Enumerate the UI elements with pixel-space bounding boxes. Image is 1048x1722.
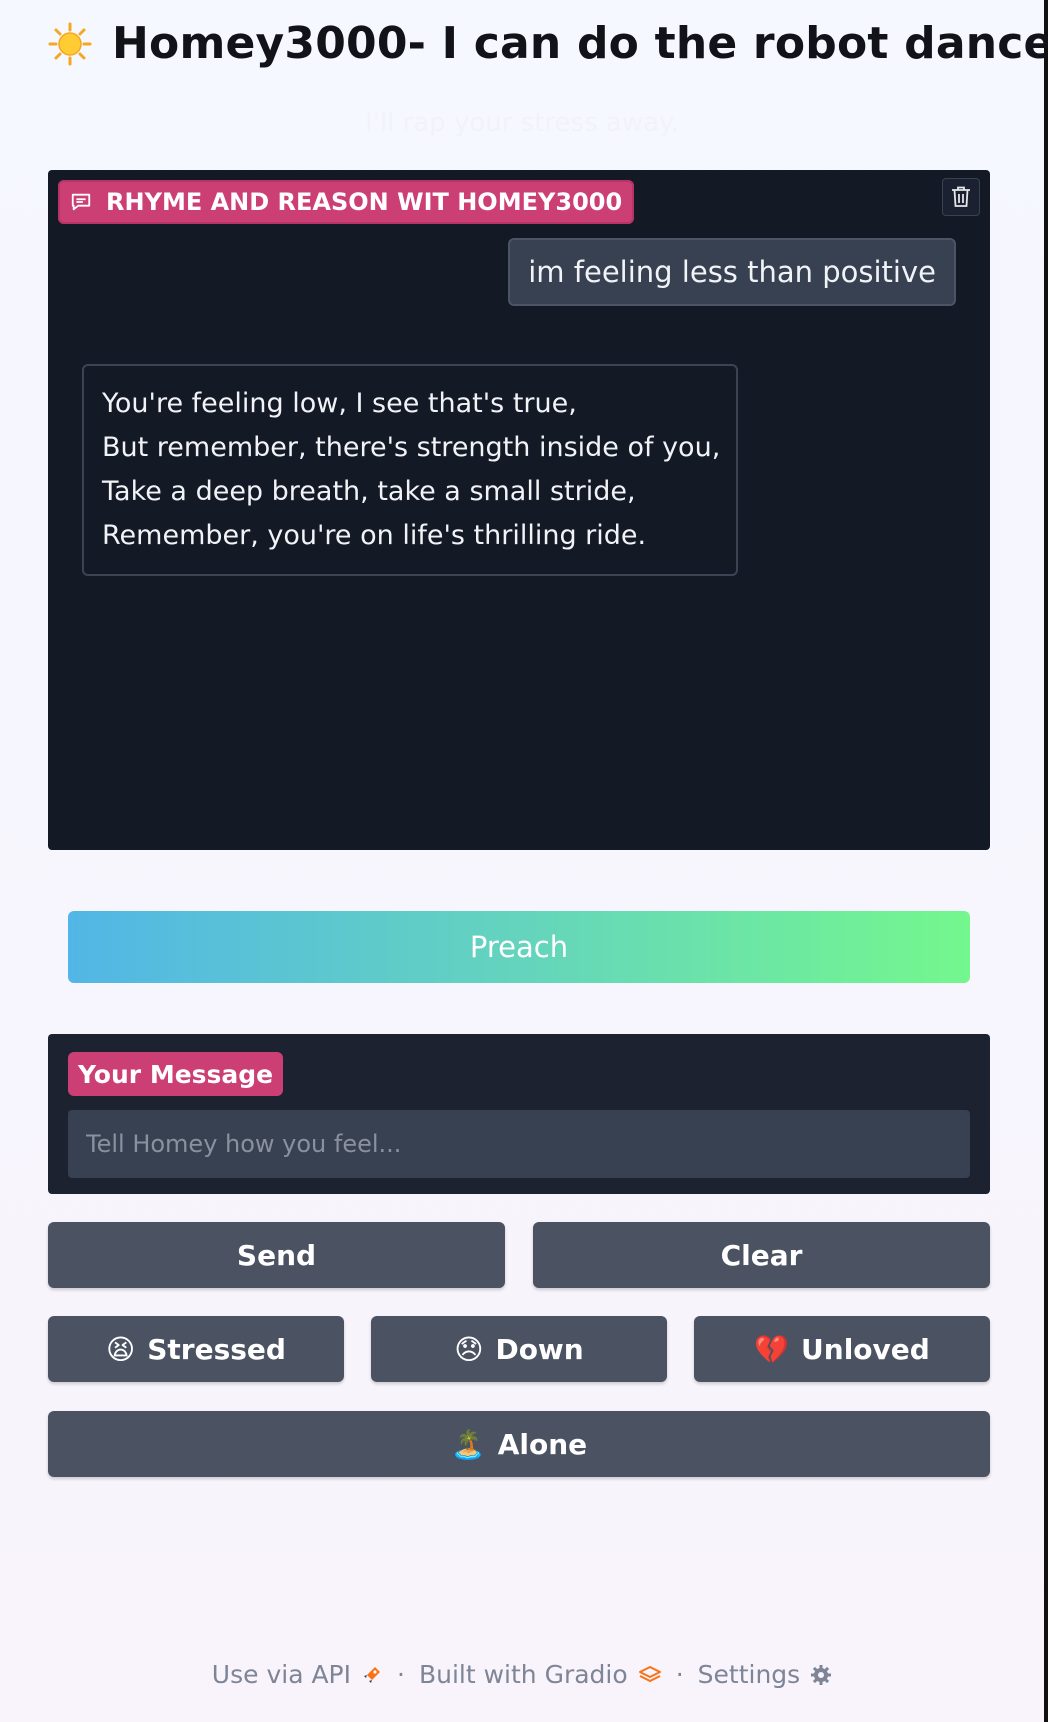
unloved-button[interactable]: 💔 Unloved xyxy=(694,1316,990,1382)
stressed-button-label: Stressed xyxy=(147,1332,286,1366)
message-panel: Your Message xyxy=(48,1034,990,1194)
footer-separator: · xyxy=(397,1660,405,1689)
use-via-api-link[interactable]: Use via API xyxy=(212,1660,383,1689)
gradio-link-label: Built with Gradio xyxy=(418,1660,628,1689)
user-message: im feeling less than positive xyxy=(508,238,956,306)
clear-chat-button[interactable] xyxy=(942,178,980,216)
header: Homey3000- I can do the robot dance xyxy=(48,18,1048,69)
message-label: Your Message xyxy=(68,1052,284,1096)
gradio-logo-icon xyxy=(638,1665,662,1685)
alone-button[interactable]: 🏝️ Alone xyxy=(48,1411,990,1477)
sun-icon xyxy=(48,22,92,66)
down-button[interactable]: 😞 Down xyxy=(371,1316,667,1382)
bot-message-line: You're feeling low, I see that's true, xyxy=(102,388,577,419)
trash-icon xyxy=(951,186,971,208)
bot-message-line: Remember, you're on life's thrilling rid… xyxy=(102,520,647,551)
footer: Use via API · Built with Gradio · Settin… xyxy=(0,1660,1044,1689)
chatbot-panel: RHYME AND REASON WIT HOMEY3000 im feelin… xyxy=(48,170,990,850)
gear-icon xyxy=(810,1664,832,1686)
settings-link-label: Settings xyxy=(697,1660,801,1689)
clear-button-label: Clear xyxy=(720,1238,803,1272)
chatbot-label: RHYME AND REASON WIT HOMEY3000 xyxy=(58,180,635,224)
page-subtitle: I'll rap your stress away. xyxy=(365,108,679,138)
stressed-button[interactable]: 😫 Stressed xyxy=(48,1316,344,1382)
settings-link[interactable]: Settings xyxy=(698,1660,833,1689)
send-button[interactable]: Send xyxy=(48,1222,505,1288)
alone-button-label: Alone xyxy=(497,1427,588,1461)
clear-button[interactable]: Clear xyxy=(533,1222,990,1288)
bot-message: You're feeling low, I see that's true, B… xyxy=(82,364,738,576)
window-edge xyxy=(1044,0,1048,1722)
disappointed-face-icon: 😞 xyxy=(454,1332,484,1366)
send-button-label: Send xyxy=(236,1238,317,1272)
api-link-label: Use via API xyxy=(211,1660,352,1689)
footer-separator: · xyxy=(675,1660,684,1689)
chatbot-label-text: RHYME AND REASON WIT HOMEY3000 xyxy=(106,188,623,216)
page-title: Homey3000- I can do the robot dance xyxy=(112,18,1048,69)
unloved-button-label: Unloved xyxy=(801,1332,930,1366)
bot-message-line: Take a deep breath, take a small stride, xyxy=(102,476,636,507)
rocket-icon xyxy=(361,1664,383,1686)
chat-icon xyxy=(70,190,94,214)
down-button-label: Down xyxy=(495,1332,584,1366)
bot-message-line: But remember, there's strength inside of… xyxy=(102,432,721,463)
desert-island-icon: 🏝️ xyxy=(450,1427,486,1461)
message-input[interactable] xyxy=(68,1110,970,1178)
tired-face-icon: 😫 xyxy=(106,1332,136,1366)
broken-heart-icon: 💔 xyxy=(754,1332,790,1366)
built-with-gradio-link[interactable]: Built with Gradio xyxy=(419,1660,662,1689)
preach-button[interactable]: Preach xyxy=(68,911,970,983)
